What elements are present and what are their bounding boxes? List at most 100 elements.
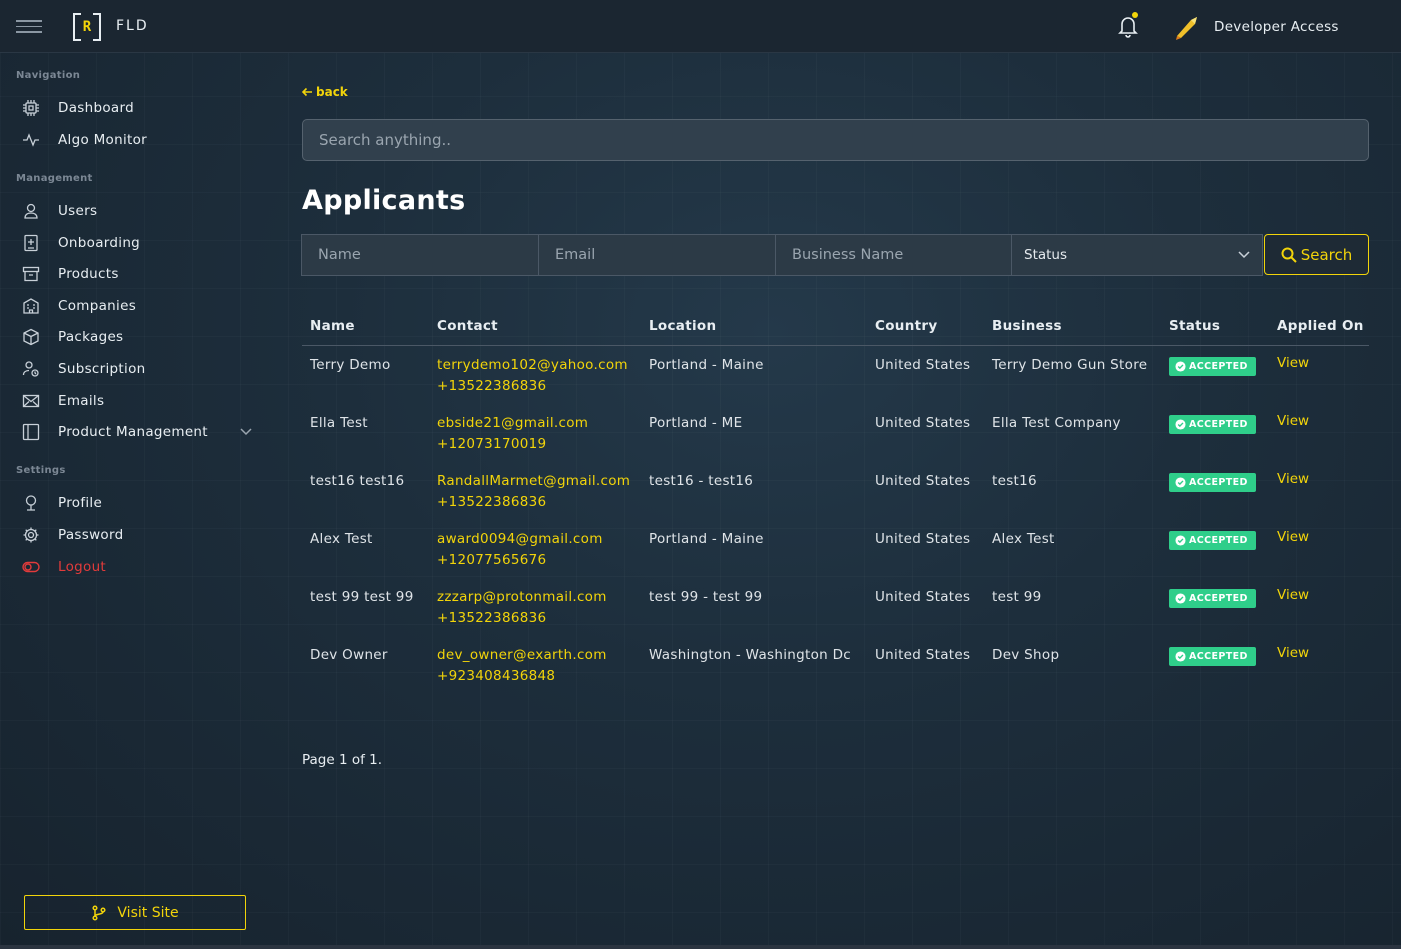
check-circle-icon — [1175, 477, 1186, 488]
check-circle-icon — [1175, 593, 1186, 604]
applicant-phone[interactable]: +12073170019 — [437, 436, 546, 452]
status-badge: ACCEPTED — [1169, 589, 1256, 608]
check-circle-icon — [1175, 535, 1186, 546]
sidebar-item-products[interactable]: Products — [20, 262, 260, 286]
applicant-country: United States — [875, 531, 971, 547]
sidebar-item-label: Profile — [58, 495, 103, 511]
applicant-email[interactable]: terrydemo102@yahoo.com — [437, 357, 628, 373]
applicant-phone[interactable]: +13522386836 — [437, 378, 546, 394]
sidebar-item-logout[interactable]: Logout — [20, 555, 260, 579]
column-header-contact: Contact — [437, 318, 498, 334]
applicant-name: Alex Test — [310, 531, 373, 547]
applicant-business: test16 — [992, 473, 1037, 489]
logo-letter: R — [82, 19, 92, 35]
check-circle-icon — [1175, 419, 1186, 430]
sidebar-item-label: Password — [58, 527, 124, 543]
status-select[interactable]: Status — [1011, 234, 1263, 276]
view-applicant-link[interactable]: View — [1277, 413, 1309, 429]
chevron-down-icon — [1238, 251, 1250, 259]
sidebar-item-product-management[interactable]: Product Management — [20, 420, 260, 444]
table-header: Name Contact Location Country Business S… — [302, 310, 1369, 346]
sidebar-item-label: Onboarding — [58, 235, 141, 251]
panel-icon — [20, 423, 42, 441]
column-header-status: Status — [1169, 318, 1221, 334]
table-row: Ella Test ebside21@gmail.com +12073170019 P… — [302, 404, 1369, 462]
applicant-email[interactable]: zzzarp@protonmail.com — [437, 589, 607, 605]
applicant-email[interactable]: RandallMarmet@gmail.com — [437, 473, 630, 489]
applicant-country: United States — [875, 357, 971, 373]
applicant-location: Portland - Maine — [649, 357, 764, 373]
status-badge: ACCEPTED — [1169, 357, 1256, 376]
applicant-name: Ella Test — [310, 415, 368, 431]
applicant-location: Portland - Maine — [649, 531, 764, 547]
table-body: Terry Demo terrydemo102@yahoo.com +1352238… — [302, 346, 1369, 694]
status-badge-label: ACCEPTED — [1189, 419, 1248, 430]
status-badge: ACCEPTED — [1169, 473, 1256, 492]
sidebar-item-label: Subscription — [58, 361, 146, 377]
sidebar: Navigation Dashboard Algo Monitor Manage… — [0, 54, 270, 949]
sidebar-item-users[interactable]: Users — [20, 199, 260, 223]
sidebar-item-subscription[interactable]: Subscription — [20, 357, 260, 381]
sidebar-item-onboarding[interactable]: Onboarding — [20, 231, 260, 255]
applicant-phone[interactable]: +923408436848 — [437, 668, 555, 684]
logo-icon[interactable]: R — [73, 13, 101, 41]
menu-toggle-icon[interactable] — [16, 20, 42, 34]
applicant-contact: terrydemo102@yahoo.com +13522386836 — [437, 355, 628, 397]
section-title-settings: Settings — [16, 465, 66, 476]
applicant-name: test 99 test 99 — [310, 589, 414, 605]
view-applicant-link[interactable]: View — [1277, 471, 1309, 487]
applicant-business: Terry Demo Gun Store — [992, 357, 1148, 373]
onboarding-icon — [20, 234, 42, 252]
back-label: back — [316, 85, 348, 99]
table-row: Terry Demo terrydemo102@yahoo.com +1352238… — [302, 346, 1369, 404]
check-circle-icon — [1175, 651, 1186, 662]
sidebar-item-packages[interactable]: Packages — [20, 325, 260, 349]
applicant-country: United States — [875, 473, 971, 489]
business-name-filter-input[interactable] — [775, 234, 1011, 276]
column-header-applied-on: Applied On — [1277, 318, 1364, 334]
column-header-country: Country — [875, 318, 938, 334]
search-button[interactable]: Search — [1264, 234, 1369, 275]
table-row: test 99 test 99 zzzarp@protonmail.com +135… — [302, 578, 1369, 636]
applicant-location: test 99 - test 99 — [649, 589, 763, 605]
search-button-label: Search — [1300, 245, 1353, 264]
sidebar-item-label: Dashboard — [58, 100, 134, 116]
view-applicant-link[interactable]: View — [1277, 587, 1309, 603]
status-badge: ACCEPTED — [1169, 531, 1256, 550]
status-badge-label: ACCEPTED — [1189, 361, 1248, 372]
sidebar-item-algo-monitor[interactable]: Algo Monitor — [20, 128, 260, 152]
subscription-icon — [20, 360, 42, 378]
applicant-contact: RandallMarmet@gmail.com +13522386836 — [437, 471, 630, 513]
sidebar-item-dashboard[interactable]: Dashboard — [20, 96, 260, 120]
view-applicant-link[interactable]: View — [1277, 645, 1309, 661]
email-filter-input[interactable] — [538, 234, 775, 276]
view-applicant-link[interactable]: View — [1277, 355, 1309, 371]
status-badge-label: ACCEPTED — [1189, 593, 1248, 604]
view-applicant-link[interactable]: View — [1277, 529, 1309, 545]
applicant-phone[interactable]: +13522386836 — [437, 610, 546, 626]
applicant-phone[interactable]: +12077565676 — [437, 552, 546, 568]
sidebar-item-password[interactable]: Password — [20, 523, 260, 547]
bottom-border — [0, 945, 1401, 949]
back-link[interactable]: back — [301, 85, 348, 99]
visit-site-label: Visit Site — [117, 904, 179, 921]
name-filter-input[interactable] — [301, 234, 538, 276]
sidebar-item-profile[interactable]: Profile — [20, 491, 260, 515]
applicant-email[interactable]: dev_owner@exarth.com — [437, 647, 607, 663]
applicant-contact: dev_owner@exarth.com +923408436848 — [437, 645, 607, 687]
status-badge: ACCEPTED — [1169, 415, 1256, 434]
sidebar-item-companies[interactable]: Companies — [20, 294, 260, 318]
profile-icon — [20, 494, 42, 512]
applicant-business: Dev Shop — [992, 647, 1060, 663]
sidebar-item-emails[interactable]: Emails — [20, 389, 260, 413]
applicant-email[interactable]: award0094@gmail.com — [437, 531, 603, 547]
sidebar-item-label: Product Management — [58, 424, 208, 440]
applicant-phone[interactable]: +13522386836 — [437, 494, 546, 510]
applicant-email[interactable]: ebside21@gmail.com — [437, 415, 588, 431]
applicant-name: test16 test16 — [310, 473, 405, 489]
visit-site-button[interactable]: Visit Site — [24, 895, 246, 930]
chevron-down-icon[interactable] — [240, 427, 252, 437]
applicant-business: Alex Test — [992, 531, 1055, 547]
global-search-input[interactable] — [302, 119, 1369, 161]
user-role-label[interactable]: Developer Access — [1214, 19, 1339, 35]
